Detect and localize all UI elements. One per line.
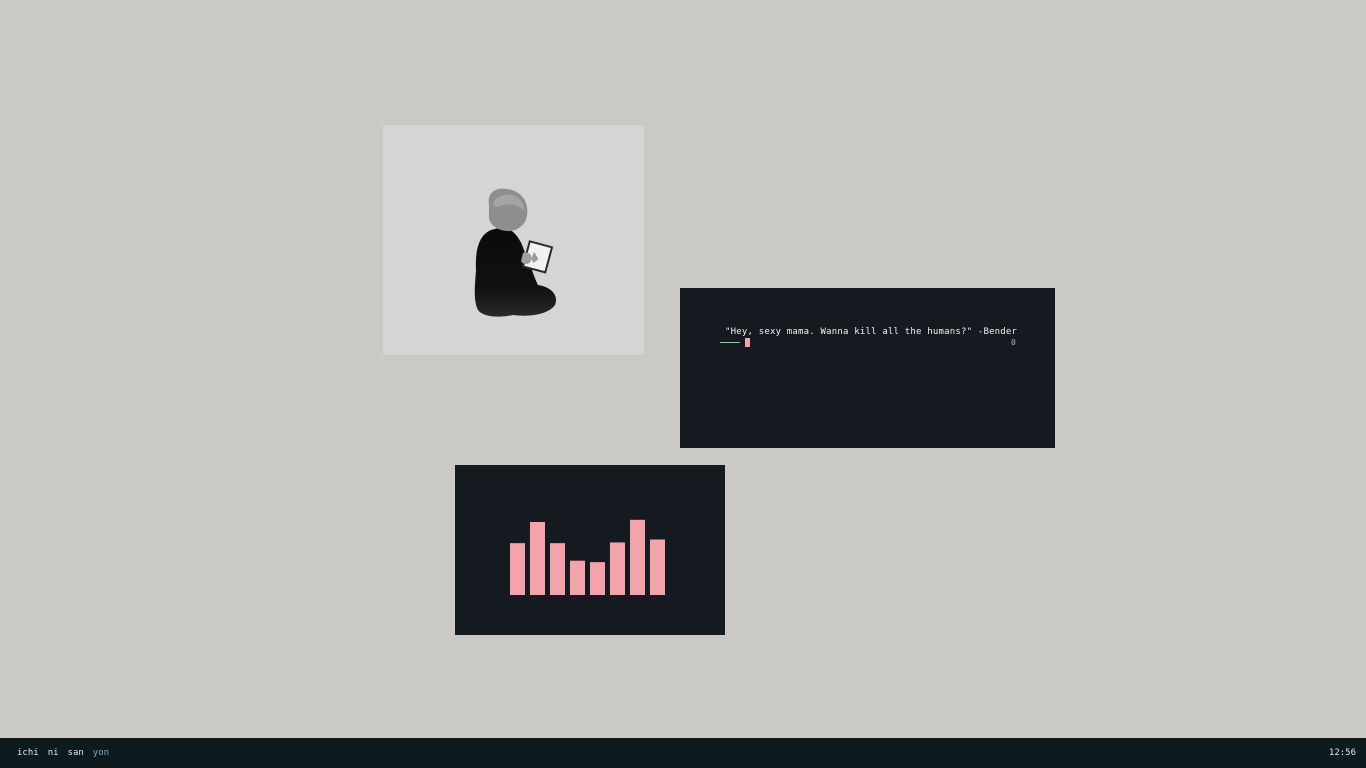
workspace-ichi[interactable]: ichi <box>17 748 39 758</box>
exit-status: 0 <box>1011 338 1016 347</box>
visualizer-bar <box>590 562 605 595</box>
visualizer-bar <box>610 542 625 595</box>
status-bar: ichi ni san yon 12:56 <box>0 738 1366 768</box>
visualizer-bars <box>510 519 665 595</box>
prompt-indicator <box>720 342 740 343</box>
clock: 12:56 <box>1328 748 1356 758</box>
desktop: "Hey, sexy mama. Wanna kill all the huma… <box>0 0 1366 738</box>
visualizer-bar <box>570 560 585 595</box>
workspace-ni[interactable]: ni <box>48 748 59 758</box>
terminal-cursor <box>745 338 750 347</box>
visualizer-bar <box>630 519 645 595</box>
visualizer-bar <box>510 543 525 595</box>
workspace-list: ichi ni san yon <box>17 748 109 758</box>
visualizer-bar <box>550 543 565 595</box>
workspace-yon[interactable]: yon <box>93 748 109 758</box>
visualizer-bar <box>530 522 545 595</box>
terminal-quote: "Hey, sexy mama. Wanna kill all the huma… <box>725 327 1018 337</box>
terminal-window[interactable]: "Hey, sexy mama. Wanna kill all the huma… <box>680 288 1055 448</box>
image-viewer-window[interactable] <box>383 125 644 355</box>
workspace-san[interactable]: san <box>68 748 84 758</box>
visualizer-bar <box>650 539 665 595</box>
person-reading-illustration <box>474 188 557 317</box>
audio-visualizer-window[interactable] <box>455 465 725 635</box>
